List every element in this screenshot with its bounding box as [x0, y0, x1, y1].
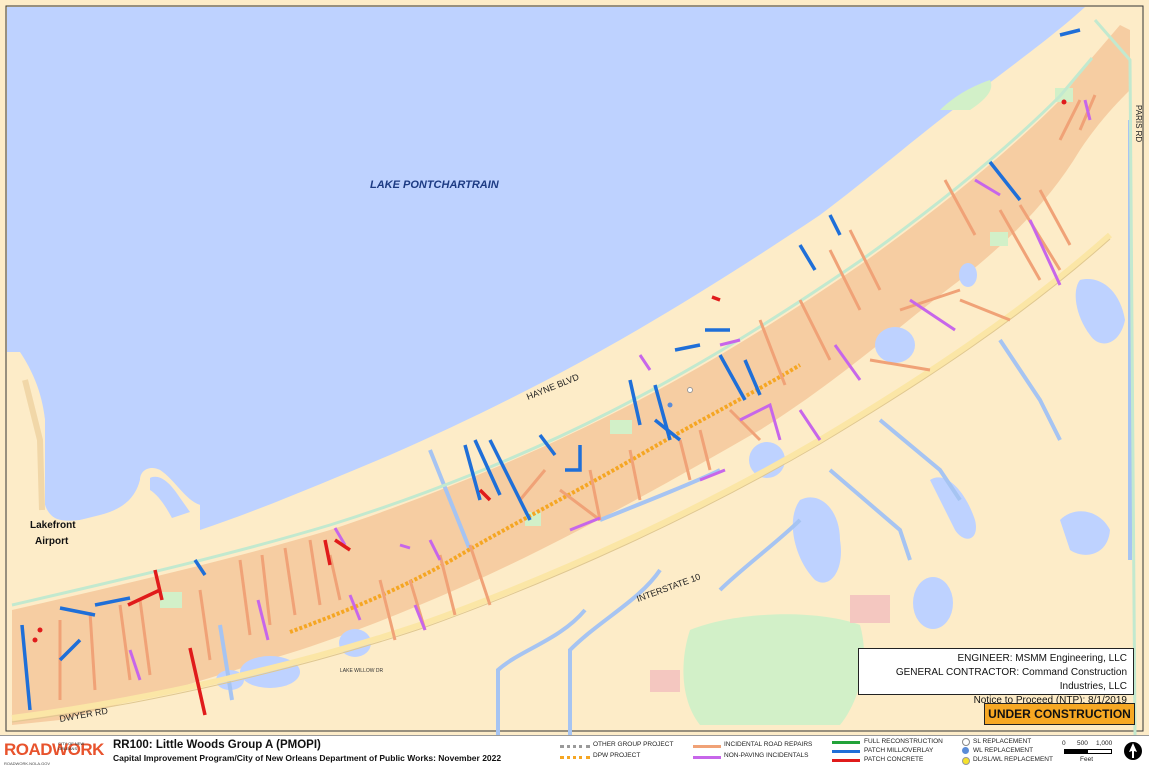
legend-swatch-incidental [693, 745, 721, 748]
park-green [683, 614, 864, 725]
legend-swatch-dl [962, 757, 970, 765]
legend-other-group: OTHER GROUP PROJECT [593, 741, 674, 748]
legend-incidental-road: INCIDENTAL ROAD REPAIRS [724, 741, 813, 748]
park-small-4 [610, 420, 632, 434]
legend-patch-concrete: PATCH CONCRETE [864, 756, 924, 763]
scale-bar [1064, 749, 1112, 754]
map-title: RR100: Little Woods Group A (PMOPI) [113, 739, 321, 751]
lake-willow-label: LAKE WILLOW DR [340, 668, 383, 674]
legend-sl-replacement: SL REPLACEMENT [973, 738, 1032, 745]
project-info-box: ENGINEER: MSMM Engineering, LLC GENERAL … [858, 648, 1134, 706]
legend-swatch-other-group [560, 745, 590, 751]
legend-wl-replacement: WL REPLACEMENT [973, 747, 1034, 754]
engineer-text: ENGINEER: MSMM Engineering, LLC [957, 653, 1127, 664]
title-block: RR100: Little Woods Group A (PMOPI) Capi… [113, 739, 501, 763]
park-small-1 [990, 232, 1008, 246]
north-arrow-icon [1124, 742, 1142, 760]
status-badge: UNDER CONSTRUCTION [984, 703, 1135, 725]
lake-label: LAKE PONTCHARTRAIN [370, 179, 500, 191]
scale-0: 0 [1062, 740, 1066, 747]
legend-non-paving: NON-PAVING INCIDENTALS [724, 752, 809, 759]
legend-swatch-full-recon [832, 741, 860, 744]
legend-swatch-patch-concrete [832, 759, 860, 762]
legend-swatch-dpw [560, 756, 590, 762]
land-pink-2 [650, 670, 680, 692]
park-small-3 [160, 592, 182, 608]
legend-patch-mill: PATCH MILL/OVERLAY [864, 747, 934, 754]
legend-dl-replacement: DL/SL/WL REPLACEMENT [973, 756, 1053, 763]
legend-swatch-patch-mill [832, 750, 860, 753]
scale-unit: Feet [1080, 756, 1094, 763]
scale-1000: 1,000 [1096, 740, 1113, 747]
airport-label-2: Airport [35, 536, 69, 547]
legend-swatch-non-paving [693, 756, 721, 759]
pond-5 [959, 263, 977, 287]
logo-small-text: CITY OF NEW ORLEANS [58, 741, 85, 751]
scale-500: 500 [1077, 740, 1088, 747]
pond-4 [875, 327, 915, 363]
logo-tag: ROADWORK.NOLA.GOV [4, 761, 51, 766]
legend-dpw-project: DPW PROJECT [593, 752, 641, 759]
airport-label-1: Lakefront [30, 520, 76, 531]
paris-label: PARIS RD [1134, 105, 1143, 142]
contractor-text: GENERAL CONTRACTOR: Command Construction… [895, 667, 1127, 692]
legend-full-recon: FULL RECONSTRUCTION [864, 738, 943, 745]
legend-swatch-sl [962, 738, 970, 746]
land-pink [850, 595, 890, 623]
roadwork-logo: ROADWORK CITY OF NEW ORLEANS ROADWORK.NO… [4, 740, 106, 766]
legend-swatch-wl [962, 747, 969, 754]
pond-8 [913, 577, 953, 629]
footer-legend: ROADWORK CITY OF NEW ORLEANS ROADWORK.NO… [0, 735, 1149, 767]
map-subtitle: Capital Improvement Program/City of New … [113, 753, 502, 763]
